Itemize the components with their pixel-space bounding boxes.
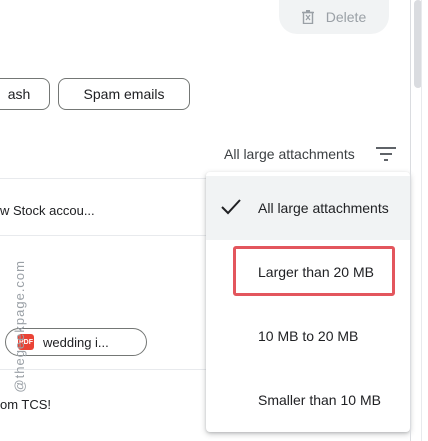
- highlight-annotation: [233, 246, 395, 296]
- spam-emails-chip[interactable]: Spam emails: [58, 78, 190, 110]
- trash-icon: [301, 10, 314, 24]
- filter-dropdown-menu: All large attachments Larger than 20 MB …: [206, 172, 410, 432]
- menu-item-label: 10 MB to 20 MB: [258, 328, 359, 344]
- delete-button[interactable]: Delete: [279, 0, 389, 34]
- menu-item-all-large-attachments[interactable]: All large attachments: [206, 176, 410, 240]
- check-icon: [220, 198, 242, 219]
- spam-chip-label: Spam emails: [83, 86, 165, 102]
- scrollbar-track: [410, 0, 411, 441]
- trash-chip-label: ash: [7, 86, 31, 102]
- watermark: @thegeekpage.com: [12, 260, 27, 393]
- menu-item-smaller-than-10mb[interactable]: Smaller than 10 MB: [206, 368, 410, 432]
- list-item[interactable]: om TCS!: [0, 397, 51, 412]
- list-item[interactable]: w Stock accou...: [0, 203, 95, 218]
- delete-label: Delete: [325, 9, 367, 25]
- attachment-name: wedding i...: [43, 334, 109, 350]
- menu-item-label: All large attachments: [258, 200, 389, 216]
- filter-label[interactable]: All large attachments: [224, 146, 355, 162]
- menu-item-label: Smaller than 10 MB: [258, 392, 381, 408]
- trash-chip[interactable]: ash: [0, 78, 50, 110]
- filter-lines-icon[interactable]: [376, 146, 396, 162]
- window-edge: [421, 0, 422, 441]
- menu-item-10mb-to-20mb[interactable]: 10 MB to 20 MB: [206, 304, 410, 368]
